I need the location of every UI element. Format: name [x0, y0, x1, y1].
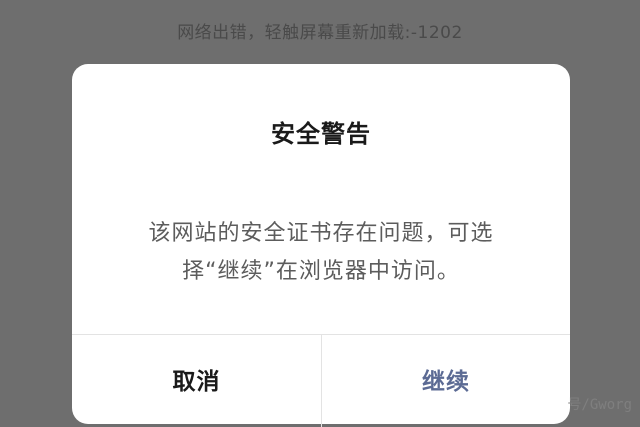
watermark: 号/Gworg — [567, 397, 632, 413]
dialog-message: 该网站的安全证书存在问题，可选 择“继续”在浏览器中访问。 — [148, 221, 494, 284]
dialog-title: 安全警告 — [271, 120, 371, 148]
network-error-message: 网络出错，轻触屏幕重新加载:-1202 — [177, 23, 463, 43]
continue-button[interactable]: 继续 — [322, 335, 570, 423]
cancel-button[interactable]: 取消 — [72, 335, 321, 423]
